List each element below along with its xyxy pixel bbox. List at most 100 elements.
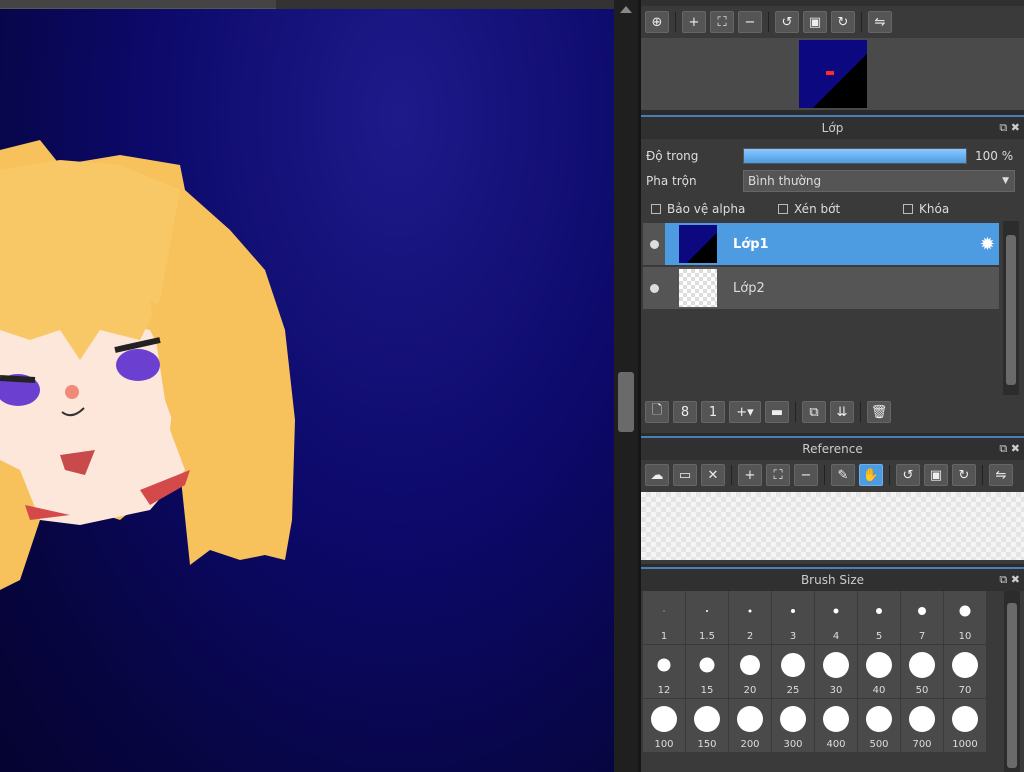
cloud-icon[interactable]: ☁: [645, 464, 669, 486]
reset-icon[interactable]: ▣: [803, 11, 827, 33]
brush-size-cell[interactable]: 150: [686, 699, 729, 753]
new-8bit-layer-icon[interactable]: 8: [673, 401, 697, 423]
brush-size-cell[interactable]: 15: [686, 645, 729, 699]
left-eyebrow: [0, 375, 36, 383]
flip-icon[interactable]: ⇋: [868, 11, 892, 33]
reference-canvas[interactable]: [641, 492, 1024, 560]
fit-icon[interactable]: ⛶: [710, 11, 734, 33]
brush-size-label: 70: [958, 685, 972, 696]
right-eye: [116, 349, 160, 381]
scrollbar-thumb[interactable]: [1007, 603, 1017, 768]
zoom-in-icon[interactable]: +: [682, 11, 706, 33]
rotate-left-icon[interactable]: ↺: [775, 11, 799, 33]
brush-size-cell[interactable]: 12: [643, 645, 686, 699]
brush-dot-icon: [663, 610, 665, 612]
brush-dot-icon: [651, 706, 677, 732]
duplicate-layer-icon[interactable]: ⧉: [802, 401, 826, 423]
brush-size-cell[interactable]: 500: [858, 699, 901, 753]
protect-alpha-checkbox[interactable]: Bảo vệ alpha: [651, 202, 778, 216]
brush-size-panel-title: Brush Size: [800, 573, 865, 587]
merge-down-icon[interactable]: ⇊: [830, 401, 854, 423]
lock-checkbox[interactable]: Khóa: [903, 202, 949, 216]
eyedropper-icon[interactable]: ✎: [831, 464, 855, 486]
brush-size-cell[interactable]: 1: [643, 591, 686, 645]
gear-icon[interactable]: ✹: [980, 234, 995, 255]
brush-size-cell[interactable]: 3: [772, 591, 815, 645]
lock-label: Khóa: [919, 202, 950, 216]
brush-size-cell[interactable]: 5: [858, 591, 901, 645]
brush-size-label: 1000: [952, 739, 978, 750]
new-layer-icon[interactable]: 🗋: [645, 401, 669, 423]
navigator-panel: ⊕ + ⛶ − ↺ ▣ ↻ ⇋: [641, 0, 1024, 38]
rotate-left-icon[interactable]: ↺: [896, 464, 920, 486]
hand-icon[interactable]: ✋: [859, 464, 883, 486]
clipping-checkbox[interactable]: Xén bớt: [778, 202, 903, 216]
scroll-up-arrow-icon[interactable]: [620, 6, 632, 13]
brush-dot-icon: [780, 706, 806, 732]
brush-size-cell[interactable]: 70: [944, 645, 987, 699]
brush-size-cell[interactable]: 50: [901, 645, 944, 699]
brush-size-cell[interactable]: 100: [643, 699, 686, 753]
add-layer-menu-icon[interactable]: +▾: [729, 401, 761, 423]
navigator-toolbar: ⊕ + ⛶ − ↺ ▣ ↻ ⇋: [641, 6, 1024, 38]
layer-name: Lớp1: [733, 236, 769, 252]
folder-icon[interactable]: ▬: [765, 401, 789, 423]
brush-size-cell[interactable]: 25: [772, 645, 815, 699]
rotate-right-icon[interactable]: ↻: [952, 464, 976, 486]
close-icon[interactable]: ✖: [1011, 442, 1020, 455]
brush-size-cell[interactable]: 20: [729, 645, 772, 699]
brush-size-cell[interactable]: 40: [858, 645, 901, 699]
brush-dot-icon: [866, 652, 892, 678]
rotate-right-icon[interactable]: ↻: [831, 11, 855, 33]
blend-row: Pha trộn Bình thường ▼: [646, 170, 1021, 192]
close-icon[interactable]: ✖: [1011, 573, 1020, 586]
brush-size-label: 30: [829, 685, 843, 696]
navigator-preview[interactable]: [641, 38, 1024, 110]
popout-icon[interactable]: ⧉: [999, 573, 1007, 586]
zoom-out-icon[interactable]: −: [738, 11, 762, 33]
new-1bit-layer-icon[interactable]: 1: [701, 401, 725, 423]
layer-list-scrollbar[interactable]: [1003, 221, 1019, 395]
brush-size-cell[interactable]: 700: [901, 699, 944, 753]
brush-size-cell[interactable]: 200: [729, 699, 772, 753]
layer-options-row: Bảo vệ alpha Xén bớt Khóa: [651, 200, 1021, 218]
canvas-vertical-scrollbar[interactable]: [614, 0, 638, 772]
layer-item-lop2[interactable]: Lớp2: [643, 267, 999, 309]
brush-size-label: 2: [746, 631, 754, 642]
zoom-fit-icon[interactable]: ⊕: [645, 11, 669, 33]
brush-size-label: 12: [657, 685, 671, 696]
fit-icon[interactable]: ⛶: [766, 464, 790, 486]
brush-size-cell[interactable]: 400: [815, 699, 858, 753]
scrollbar-thumb[interactable]: [1006, 235, 1016, 385]
drawing-canvas[interactable]: [0, 0, 614, 772]
reset-icon[interactable]: ▣: [924, 464, 948, 486]
close-icon[interactable]: ✖: [1011, 121, 1020, 134]
zoom-in-icon[interactable]: +: [738, 464, 762, 486]
brush-size-cell[interactable]: 7: [901, 591, 944, 645]
popout-icon[interactable]: ⧉: [999, 442, 1007, 455]
opacity-row: Độ trong 100 %: [646, 146, 1021, 166]
reference-panel-title: Reference: [802, 442, 863, 456]
brush-size-cell[interactable]: 4: [815, 591, 858, 645]
popout-icon[interactable]: ⧉: [999, 121, 1007, 134]
brush-size-cell[interactable]: 300: [772, 699, 815, 753]
brush-size-label: 1.5: [699, 631, 715, 642]
close-icon[interactable]: ✕: [701, 464, 725, 486]
brush-size-cell[interactable]: 2: [729, 591, 772, 645]
brush-size-scrollbar[interactable]: [1004, 591, 1020, 772]
brush-size-cell[interactable]: 30: [815, 645, 858, 699]
visibility-eye-icon[interactable]: [643, 223, 665, 265]
blend-mode-select[interactable]: Bình thường ▼: [743, 170, 1015, 192]
brush-size-cell[interactable]: 10: [944, 591, 987, 645]
navigator-thumbnail: [799, 40, 867, 108]
scrollbar-thumb[interactable]: [618, 372, 634, 432]
open-folder-icon[interactable]: ▭: [673, 464, 697, 486]
visibility-eye-icon[interactable]: [643, 267, 665, 309]
brush-size-cell[interactable]: 1000: [944, 699, 987, 753]
zoom-out-icon[interactable]: −: [794, 464, 818, 486]
flip-icon[interactable]: ⇋: [989, 464, 1013, 486]
trash-icon[interactable]: 🗑: [867, 401, 891, 423]
brush-size-cell[interactable]: 1.5: [686, 591, 729, 645]
opacity-slider[interactable]: [743, 148, 967, 164]
layer-item-lop1[interactable]: Lớp1 ✹: [643, 223, 999, 265]
